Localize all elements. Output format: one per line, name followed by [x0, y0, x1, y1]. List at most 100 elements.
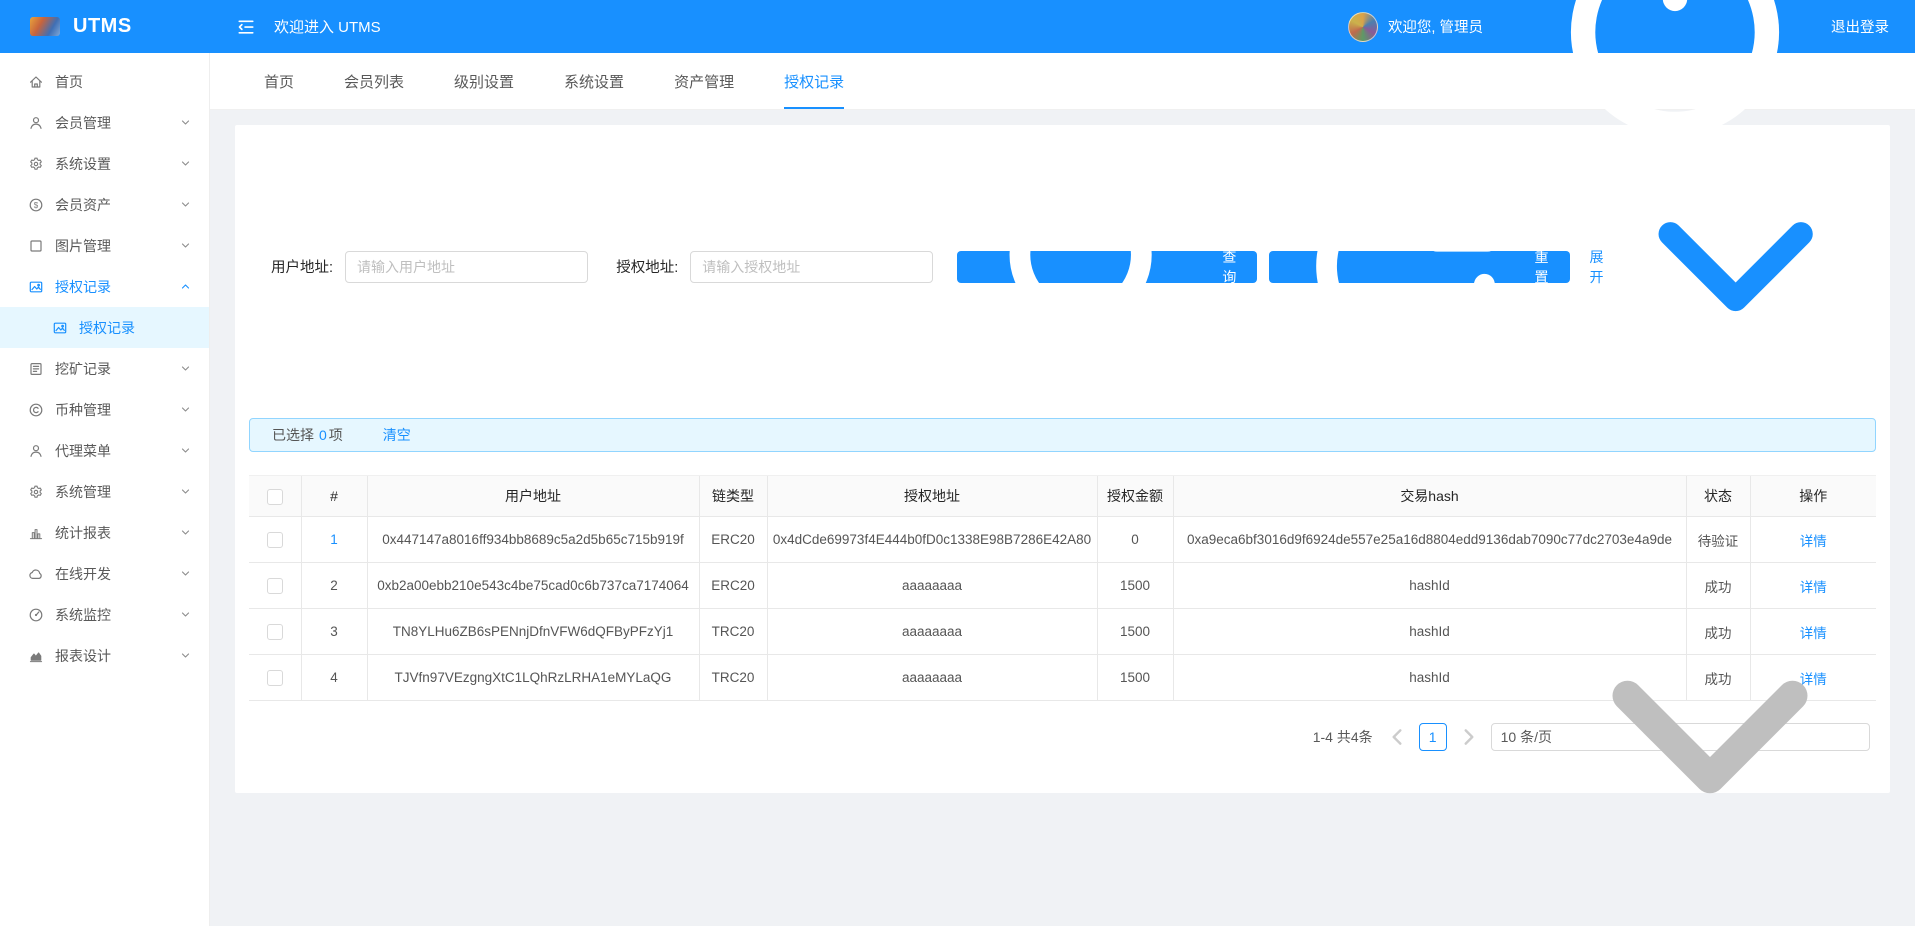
row-auth-amount: 1500 — [1096, 654, 1173, 702]
sidebar-item-在线开发[interactable]: 在线开发 — [0, 553, 209, 594]
row-checkbox[interactable] — [266, 532, 283, 549]
sidebar-item-报表设计[interactable]: 报表设计 — [0, 635, 209, 676]
search-button[interactable]: 查询 — [957, 183, 1258, 359]
column-header-链类型: 链类型 — [698, 475, 767, 518]
sidebar-item-首页[interactable]: 首页 — [0, 61, 209, 102]
logo-text: UTMS — [73, 15, 132, 37]
expand-link[interactable]: 展开 — [1590, 148, 1854, 385]
chevron-down-icon — [180, 486, 191, 497]
clear-selection-link[interactable]: 清空 — [383, 425, 411, 445]
content-card: 用户地址: 授权地址: 查询 重置 展开 已选择0项 — [235, 125, 1890, 794]
page-size-select[interactable]: 10 条/页 — [1490, 681, 1870, 794]
bar-chart-icon — [28, 525, 44, 541]
chevron-down-icon — [180, 363, 191, 374]
prev-page-button[interactable] — [1385, 725, 1409, 749]
logo-image — [30, 17, 60, 36]
tab-资产管理[interactable]: 资产管理 — [674, 53, 734, 109]
sidebar-item-label: 挖矿记录 — [55, 360, 111, 377]
sidebar-item-会员资产[interactable]: $ 会员资产 — [0, 184, 209, 225]
auth-address-input[interactable] — [690, 250, 934, 283]
sidebar-item-挖矿记录[interactable]: 挖矿记录 — [0, 348, 209, 389]
cloud-icon — [28, 566, 44, 582]
row-auth-address: aaaaaaaa — [766, 654, 1097, 702]
logout-button[interactable]: 退出登录 — [1525, 0, 1889, 177]
column-header-#: # — [300, 475, 367, 518]
pagination-total: 1-4 共4条 — [1312, 729, 1373, 746]
reset-button[interactable]: 重置 — [1269, 176, 1570, 357]
avatar[interactable] — [1347, 11, 1378, 42]
sidebar-item-会员管理[interactable]: 会员管理 — [0, 102, 209, 143]
row-user-address: 0xb2a00ebb210e543c4be75cad0c6b737ca71740… — [366, 562, 699, 610]
tab-级别设置[interactable]: 级别设置 — [454, 53, 514, 109]
sidebar-item-系统监控[interactable]: 系统监控 — [0, 594, 209, 635]
sidebar-item-币种管理[interactable]: 币种管理 — [0, 389, 209, 430]
sidebar-item-系统管理[interactable]: 系统管理 — [0, 471, 209, 512]
sidebar-item-授权记录[interactable]: 授权记录 — [0, 266, 209, 307]
content-area: 用户地址: 授权地址: 查询 重置 展开 已选择0项 — [210, 110, 1915, 808]
chevron-down-icon — [180, 240, 191, 251]
gear-icon — [28, 484, 44, 500]
select-all-checkbox[interactable] — [266, 488, 283, 505]
chevron-down-icon — [1617, 148, 1854, 385]
refresh-icon — [1286, 148, 1523, 385]
menu-fold-icon[interactable] — [236, 17, 256, 37]
column-header-用户地址: 用户地址 — [366, 475, 699, 518]
row-checkbox[interactable] — [266, 670, 283, 687]
sidebar-item-统计报表[interactable]: 统计报表 — [0, 512, 209, 553]
row-auth-address: 0x4dCde69973f4E444b0fD0c1338E98B7286E42A… — [766, 516, 1097, 564]
chevron-down-icon — [180, 117, 191, 128]
power-icon — [1525, 0, 1825, 177]
page-number-button[interactable]: 1 — [1418, 723, 1447, 752]
row-detail-link[interactable]: 详情 — [1800, 534, 1827, 549]
row-auth-address: aaaaaaaa — [766, 608, 1097, 656]
sidebar-item-label: 代理菜单 — [55, 442, 111, 459]
row-index: 1 — [300, 516, 367, 564]
sidebar-item-图片管理[interactable]: 图片管理 — [0, 225, 209, 266]
table-row: 1 0x447147a8016ff934bb8689c5a2d5b65c715b… — [249, 516, 1876, 564]
row-index: 2 — [300, 562, 367, 610]
filter-row: 用户地址: 授权地址: 查询 重置 展开 — [249, 148, 1876, 385]
user-address-input[interactable] — [345, 250, 589, 283]
chevron-down-icon — [180, 199, 191, 210]
row-auth-amount: 1500 — [1096, 608, 1173, 656]
chevron-up-icon — [180, 281, 191, 292]
sidebar-subitem-label: 授权记录 — [79, 319, 135, 336]
sidebar-item-label: 系统设置 — [55, 155, 111, 172]
square-icon — [28, 238, 44, 254]
chevron-left-icon — [1385, 725, 1409, 749]
sidebar-subitem-授权记录[interactable]: 授权记录 — [0, 307, 209, 348]
row-auth-amount: 0 — [1096, 516, 1173, 564]
user-address-label: 用户地址: — [271, 260, 334, 277]
row-chain-type: ERC20 — [698, 516, 767, 564]
tab-系统设置[interactable]: 系统设置 — [564, 53, 624, 109]
row-checkbox[interactable] — [266, 578, 283, 595]
selection-prefix: 已选择 — [272, 427, 314, 444]
column-header-状态: 状态 — [1685, 475, 1750, 518]
table-header-row: # 用户地址 链类型 授权地址 授权金额 交易hash 状态 操作 — [249, 475, 1876, 518]
picture-icon — [28, 279, 44, 295]
row-chain-type: ERC20 — [698, 562, 767, 610]
next-page-button[interactable] — [1457, 725, 1481, 749]
welcome-text: 欢迎进入 UTMS — [274, 19, 381, 36]
row-tx-hash: 0xa9eca6bf3016d9f6924de557e25a16d8804edd… — [1172, 516, 1686, 564]
row-index: 3 — [300, 608, 367, 656]
sidebar-item-label: 系统管理 — [55, 483, 111, 500]
row-user-address: TN8YLHu6ZB6sPENnjDfnVFW6dQFByPFzYj1 — [366, 608, 699, 656]
row-chain-type: TRC20 — [698, 654, 767, 702]
user-greeting: 欢迎您, 管理员 — [1387, 20, 1483, 36]
sidebar-item-label: 在线开发 — [55, 565, 111, 582]
area-chart-icon — [28, 648, 44, 664]
selection-count: 0 — [319, 427, 327, 444]
column-header-操作: 操作 — [1749, 475, 1876, 518]
auth-address-label: 授权地址: — [616, 260, 679, 277]
tab-授权记录[interactable]: 授权记录 — [784, 53, 845, 109]
page-size-value: 10 条/页 — [1500, 729, 1552, 746]
user-icon — [28, 115, 44, 131]
tab-会员列表[interactable]: 会员列表 — [344, 53, 404, 109]
gauge-icon — [28, 607, 44, 623]
sidebar-item-系统设置[interactable]: 系统设置 — [0, 143, 209, 184]
sidebar-item-代理菜单[interactable]: 代理菜单 — [0, 430, 209, 471]
row-checkbox[interactable] — [266, 624, 283, 641]
column-header-授权地址: 授权地址 — [766, 475, 1097, 518]
tab-首页[interactable]: 首页 — [264, 53, 294, 109]
